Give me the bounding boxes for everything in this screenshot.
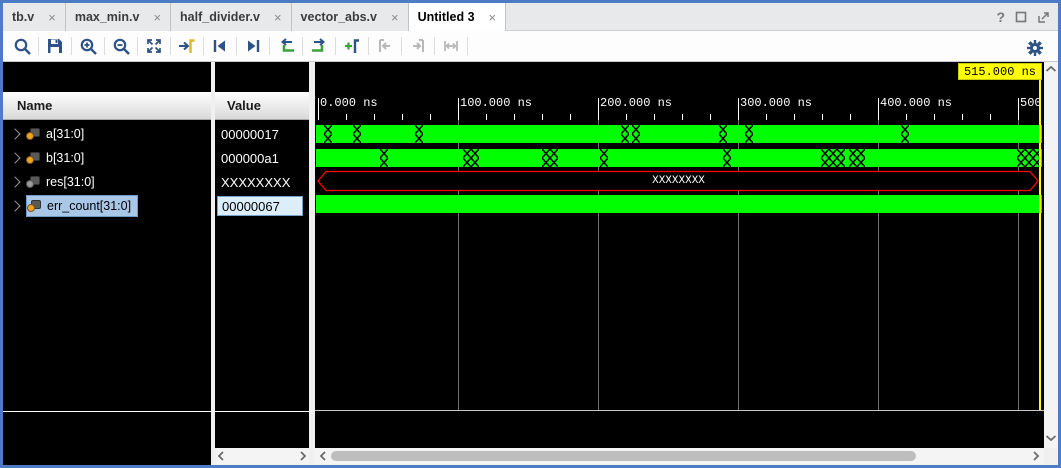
- signal-value[interactable]: 00000017: [215, 122, 309, 146]
- expand-chevron-icon[interactable]: [9, 152, 20, 163]
- scroll-left-icon[interactable]: [217, 451, 225, 461]
- signal-name: res[31:0]: [46, 175, 95, 189]
- tab-bar: tb.v × max_min.v × half_divider.v × vect…: [3, 3, 1058, 31]
- axis-tick-label: 300.000 ns: [740, 96, 812, 110]
- transition-mark: [821, 149, 845, 167]
- transition-mark: [324, 125, 332, 143]
- next-transition-icon[interactable]: [240, 34, 266, 58]
- tab-tb.v[interactable]: tb.v ×: [3, 3, 66, 31]
- scroll-down-icon[interactable]: [1045, 434, 1057, 442]
- transition-mark: [1017, 149, 1041, 167]
- expand-chevron-icon[interactable]: [9, 200, 20, 211]
- value-horizontal-scrollbar[interactable]: [215, 448, 309, 464]
- go-to-time-0-icon[interactable]: [372, 34, 398, 58]
- add-marker-icon[interactable]: [339, 34, 365, 58]
- go-to-time-cursor-icon[interactable]: [174, 34, 200, 58]
- expand-chevron-icon[interactable]: [9, 176, 20, 187]
- time-cursor-line[interactable]: [1039, 80, 1041, 410]
- expand-chevron-icon[interactable]: [9, 128, 20, 139]
- zoom-out-icon[interactable]: [108, 34, 134, 58]
- wave-vertical-scrollbar[interactable]: [1044, 62, 1058, 448]
- transition-mark: [463, 149, 479, 167]
- scroll-left-icon[interactable]: [319, 451, 327, 461]
- signal-row-a[interactable]: a[31:0]: [3, 122, 211, 146]
- previous-edge-icon[interactable]: [273, 34, 299, 58]
- float-window-icon[interactable]: [1037, 11, 1050, 23]
- scrollbar-thumb[interactable]: [331, 451, 916, 461]
- axis-tick-label: 100.000 ns: [460, 96, 532, 110]
- name-column-header[interactable]: Name: [3, 92, 211, 120]
- waveform-canvas[interactable]: 515.000 ns 0.000 ns 100.000 ns 200.000 ns 3…: [315, 62, 1044, 448]
- signal-value[interactable]: XXXXXXXX: [215, 170, 309, 194]
- axis-tick-label: 400.000 ns: [880, 96, 952, 110]
- transition-mark: [542, 149, 558, 167]
- wave-horizontal-scrollbar[interactable]: [315, 448, 1044, 464]
- axis-tick-label: 0.000 ns: [320, 96, 378, 110]
- wave-bottom-divider: [315, 410, 1044, 411]
- help-icon[interactable]: ?: [996, 9, 1005, 25]
- scroll-up-icon[interactable]: [1045, 65, 1057, 73]
- transition-mark: [415, 125, 423, 143]
- close-icon[interactable]: ×: [48, 11, 56, 24]
- signal-value[interactable]: 000000a1: [215, 146, 309, 170]
- close-icon[interactable]: ×: [489, 11, 497, 24]
- search-icon[interactable]: [9, 34, 35, 58]
- transition-mark: [719, 125, 727, 143]
- fit-selection-icon[interactable]: [438, 34, 464, 58]
- transition-mark: [723, 149, 731, 167]
- signal-row-b[interactable]: b[31:0]: [3, 146, 211, 170]
- wave-row-res310[interactable]: XXXXXXXX: [315, 170, 1044, 192]
- cursor-time-badge: 515.000 ns: [958, 63, 1042, 80]
- previous-transition-icon[interactable]: [207, 34, 233, 58]
- transition-mark: [901, 125, 909, 143]
- settings-gear-icon[interactable]: [1022, 36, 1048, 60]
- bus-signal-icon: [26, 128, 40, 140]
- scroll-right-icon[interactable]: [299, 451, 307, 461]
- value-edit-box[interactable]: 00000067: [217, 196, 303, 216]
- zoom-fit-icon[interactable]: [141, 34, 167, 58]
- signal-name: err_count[31:0]: [47, 199, 131, 213]
- transition-mark: [600, 149, 608, 167]
- transition-mark: [745, 125, 753, 143]
- wave-row-a310[interactable]: [316, 125, 1042, 143]
- signal-name: b[31:0]: [46, 151, 84, 165]
- wave-row-b310[interactable]: [316, 149, 1042, 167]
- unknown-value-label: XXXXXXXX: [318, 170, 1039, 192]
- name-panel-divider: [3, 411, 211, 412]
- next-edge-icon[interactable]: [306, 34, 332, 58]
- wave-window-body: 515.000 ns 0.000 ns 100.000 ns 200.000 ns 3…: [3, 62, 1058, 465]
- save-icon[interactable]: [42, 34, 68, 58]
- wave-toolbar: [3, 31, 1058, 62]
- transition-mark: [353, 125, 361, 143]
- value-panel-divider: [215, 411, 309, 412]
- value-column-header[interactable]: Value: [215, 92, 309, 120]
- go-to-last-time-icon[interactable]: [405, 34, 431, 58]
- bus-signal-icon: [27, 200, 41, 212]
- signal-row-res[interactable]: res[31:0]: [3, 170, 211, 194]
- signal-name: a[31:0]: [46, 127, 84, 141]
- axis-tick-label: 200.000 ns: [600, 96, 672, 110]
- wave-row-err_count310[interactable]: [316, 195, 1042, 213]
- transition-mark: [632, 125, 640, 143]
- bus-signal-icon: [26, 152, 40, 164]
- selected-signal-highlight[interactable]: err_count[31:0]: [26, 195, 138, 217]
- transition-mark: [849, 149, 865, 167]
- waveform-viewer-window: tb.v × max_min.v × half_divider.v × vect…: [0, 0, 1061, 468]
- signal-row-err-count[interactable]: err_count[31:0]: [3, 194, 211, 218]
- tab-half_divider.v[interactable]: half_divider.v ×: [171, 3, 292, 31]
- tab-vector_abs.v[interactable]: vector_abs.v ×: [292, 3, 409, 31]
- close-icon[interactable]: ×: [153, 11, 161, 24]
- maximize-icon[interactable]: [1015, 11, 1027, 23]
- tab-max_min.v[interactable]: max_min.v ×: [66, 3, 171, 31]
- bus-signal-icon: [26, 176, 40, 188]
- close-icon[interactable]: ×: [391, 11, 399, 24]
- transition-mark: [380, 149, 388, 167]
- close-icon[interactable]: ×: [274, 11, 282, 24]
- signal-value-selected[interactable]: 00000067: [215, 194, 309, 218]
- transition-mark: [621, 125, 629, 143]
- scroll-right-icon[interactable]: [1032, 451, 1040, 461]
- zoom-in-icon[interactable]: [75, 34, 101, 58]
- tab-untitled-3[interactable]: Untitled 3 ×: [409, 3, 507, 31]
